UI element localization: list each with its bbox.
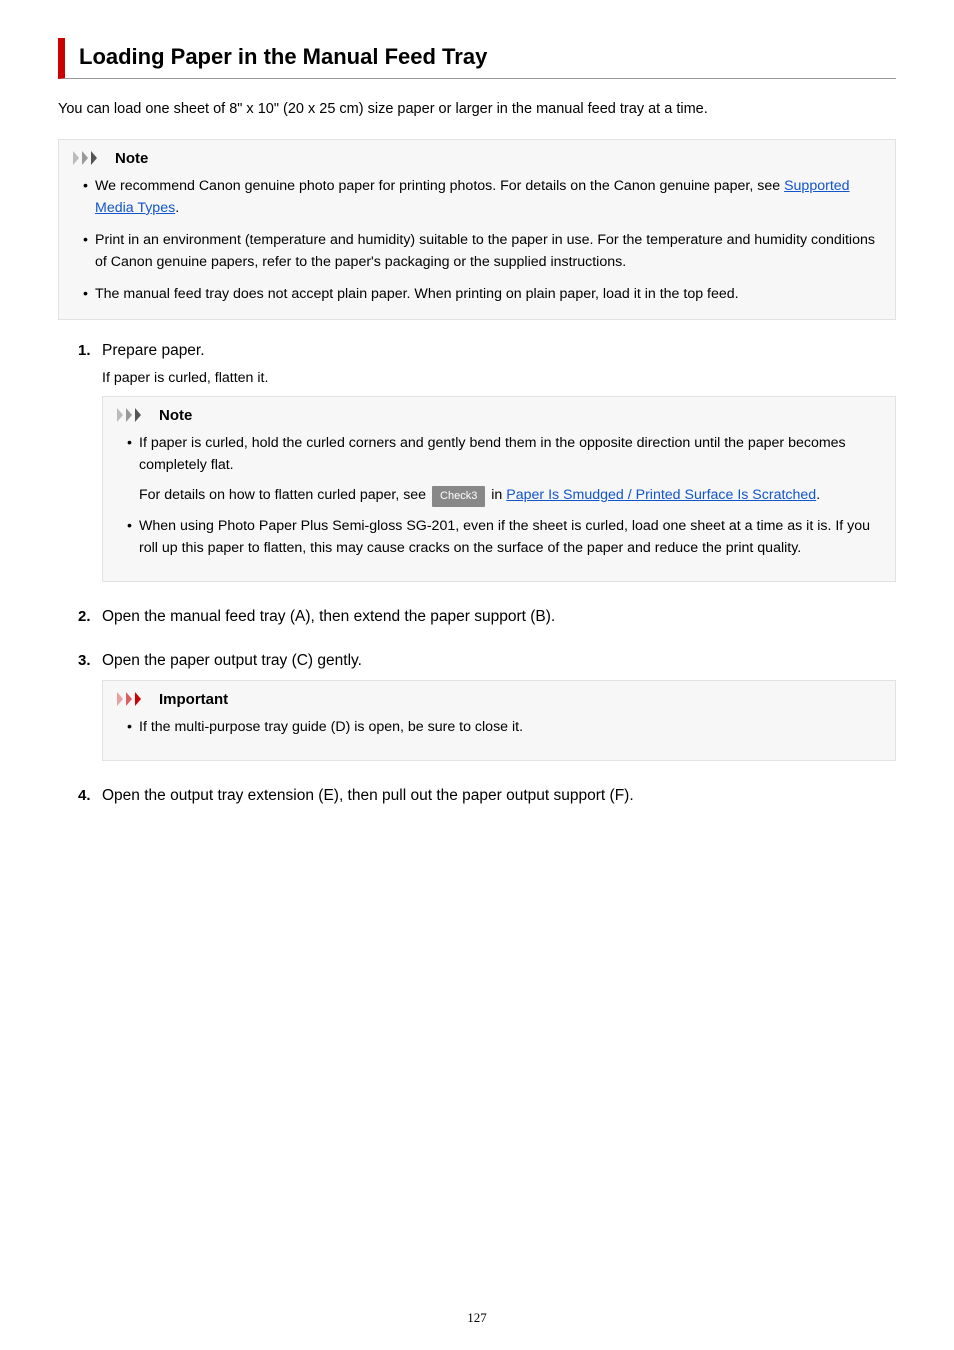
chevrons-icon xyxy=(117,408,153,422)
step-2: 2. Open the manual feed tray (A), then e… xyxy=(78,608,896,626)
bullet-icon: • xyxy=(127,716,139,738)
chevrons-icon xyxy=(73,151,109,165)
note-item: • The manual feed tray does not accept p… xyxy=(83,283,881,305)
step-number: 3. xyxy=(78,652,102,669)
important-label: Important xyxy=(159,691,228,708)
step-subtext: If paper is curled, flatten it. xyxy=(102,370,896,386)
important-callout: Important • If the multi-purpose tray gu… xyxy=(102,680,896,761)
page-content: Loading Paper in the Manual Feed Tray Yo… xyxy=(0,0,954,805)
note-paragraph: For details on how to flatten curled pap… xyxy=(127,484,881,507)
paper-smudged-link[interactable]: Paper Is Smudged / Printed Surface Is Sc… xyxy=(506,487,816,503)
note-header: Note xyxy=(73,150,881,167)
note-callout: Note • We recommend Canon genuine photo … xyxy=(58,139,896,320)
step-4: 4. Open the output tray extension (E), t… xyxy=(78,787,896,805)
note-item: • Print in an environment (temperature a… xyxy=(83,229,881,273)
note-header: Note xyxy=(117,407,881,424)
step-number: 1. xyxy=(78,342,102,359)
step-note-item: • If paper is curled, hold the curled co… xyxy=(127,432,881,507)
title-bar: Loading Paper in the Manual Feed Tray xyxy=(58,38,896,79)
important-header: Important xyxy=(117,691,881,708)
bullet-icon: • xyxy=(83,229,95,273)
step-note-callout: Note • If paper is curled, hold the curl… xyxy=(102,396,896,582)
chevrons-icon xyxy=(117,692,153,706)
important-text: If the multi-purpose tray guide (D) is o… xyxy=(139,716,881,738)
note-text: The manual feed tray does not accept pla… xyxy=(95,283,881,305)
bullet-icon: • xyxy=(83,175,95,219)
note-list: • We recommend Canon genuine photo paper… xyxy=(73,175,881,305)
note-label: Note xyxy=(159,407,192,424)
step-title: Open the output tray extension (E), then… xyxy=(102,787,634,805)
important-list: • If the multi-purpose tray guide (D) is… xyxy=(117,716,881,738)
step-note-list: • If paper is curled, hold the curled co… xyxy=(117,432,881,559)
note-text: If paper is curled, hold the curled corn… xyxy=(139,432,881,476)
note-label: Note xyxy=(115,150,148,167)
step-number: 2. xyxy=(78,608,102,625)
important-item: • If the multi-purpose tray guide (D) is… xyxy=(127,716,881,738)
bullet-icon: • xyxy=(83,283,95,305)
page-title: Loading Paper in the Manual Feed Tray xyxy=(79,44,896,70)
bullet-icon: • xyxy=(127,432,139,476)
step-note-item: • When using Photo Paper Plus Semi-gloss… xyxy=(127,515,881,559)
intro-text: You can load one sheet of 8" x 10" (20 x… xyxy=(58,99,896,121)
step-title: Open the paper output tray (C) gently. xyxy=(102,652,362,670)
note-text: Print in an environment (temperature and… xyxy=(95,229,881,273)
step-1: 1. Prepare paper. If paper is curled, fl… xyxy=(78,342,896,582)
step-3: 3. Open the paper output tray (C) gently… xyxy=(78,652,896,761)
step-title: Open the manual feed tray (A), then exte… xyxy=(102,608,555,626)
note-item: • We recommend Canon genuine photo paper… xyxy=(83,175,881,219)
check3-badge: Check3 xyxy=(432,486,485,507)
step-title: Prepare paper. xyxy=(102,342,205,360)
note-text: We recommend Canon genuine photo paper f… xyxy=(95,175,881,219)
bullet-icon: • xyxy=(127,515,139,559)
page-number: 127 xyxy=(0,1310,954,1326)
note-text: When using Photo Paper Plus Semi-gloss S… xyxy=(139,515,881,559)
step-number: 4. xyxy=(78,787,102,804)
steps-list: 1. Prepare paper. If paper is curled, fl… xyxy=(58,342,896,805)
